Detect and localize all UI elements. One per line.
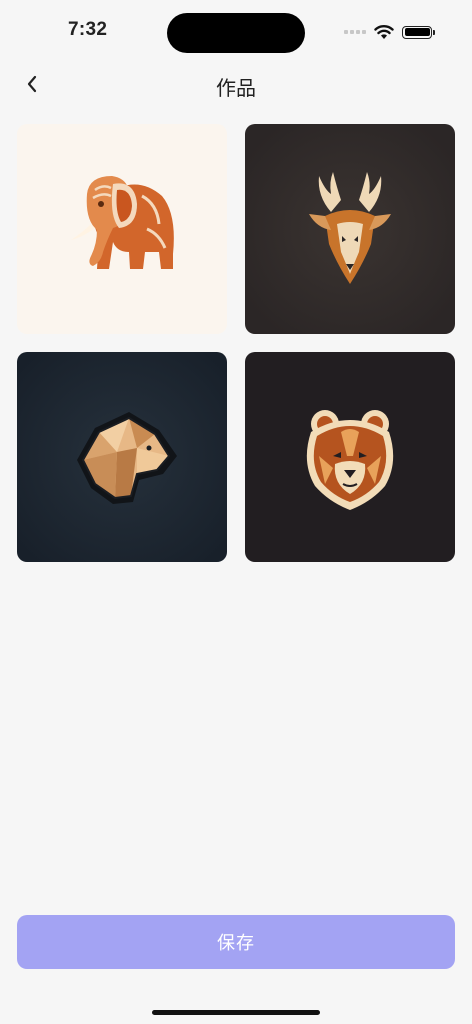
bear-geometric-logo — [17, 352, 227, 562]
signal-icon — [344, 30, 366, 34]
dynamic-island — [167, 13, 305, 53]
bear-face-logo — [245, 352, 455, 562]
home-indicator — [152, 1010, 320, 1015]
wifi-icon — [374, 25, 394, 39]
artwork-tile-elephant[interactable] — [17, 124, 227, 334]
elephant-logo — [17, 124, 227, 334]
nav-header: 作品 — [0, 64, 472, 104]
save-button[interactable]: 保存 — [17, 915, 455, 969]
status-bar: 7:32 — [0, 0, 472, 64]
status-time: 7:32 — [68, 19, 108, 40]
artwork-tile-geometric-bear[interactable] — [17, 352, 227, 562]
artwork-tile-deer[interactable] — [245, 124, 455, 334]
page-title: 作品 — [216, 76, 256, 100]
deer-logo — [245, 124, 455, 334]
status-icons — [344, 22, 435, 42]
battery-icon — [402, 25, 435, 39]
artwork-tile-bear-face[interactable] — [245, 352, 455, 562]
